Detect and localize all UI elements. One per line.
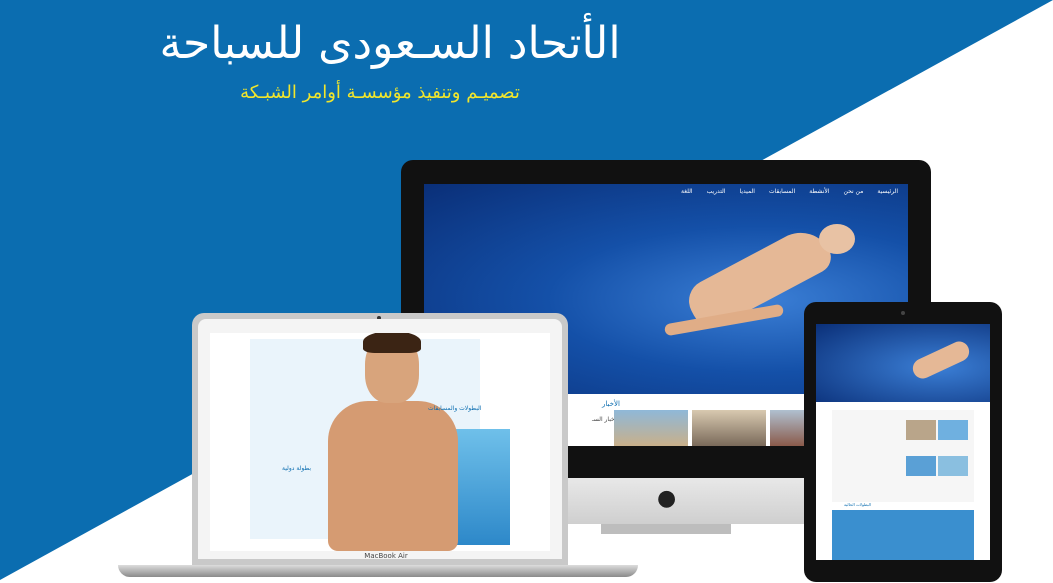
ipad-news-grid — [832, 410, 974, 502]
hero-title: الأتحاد السـعودى للسباحة — [159, 18, 621, 69]
macbook-lid: البطولات والمسابقات بطولة دولية MacBook … — [192, 313, 568, 565]
nav-item-language[interactable]: اللغة — [681, 188, 693, 195]
news-thumb[interactable] — [692, 410, 766, 446]
ipad-caption: البطولات الحالية — [844, 502, 871, 507]
ipad-hero-image — [816, 324, 990, 402]
camera-icon — [901, 311, 905, 315]
block-title: بطولة دولية — [282, 465, 312, 472]
nav-item-activities[interactable]: الأنشطة — [809, 188, 829, 195]
macbook-brand-label: MacBook Air — [364, 552, 408, 560]
pool-image — [450, 429, 510, 545]
macbook-mockup: البطولات والمسابقات بطولة دولية MacBook … — [118, 313, 638, 581]
site-nav: الرئيسية من نحن الأنشطة المسابقات الميدي… — [681, 188, 898, 195]
block-title: البطولات والمسابقات — [428, 405, 482, 412]
news-thumb[interactable] — [906, 420, 936, 440]
apple-logo-icon: ● — [657, 486, 677, 511]
macbook-screen: البطولات والمسابقات بطولة دولية — [210, 333, 550, 551]
nav-item-media[interactable]: الميديا — [740, 188, 755, 195]
nav-item-about[interactable]: من نحن — [844, 188, 864, 195]
ipad-featured-image[interactable] — [832, 510, 974, 560]
swimmer-portrait — [328, 401, 458, 551]
ipad-mockup: البطولات الحالية — [804, 302, 1002, 582]
news-thumb[interactable] — [938, 420, 968, 440]
hero-subtitle: تصميـم وتنفيذ مؤسسـة أوامر الشبـكة — [240, 82, 520, 103]
nav-item-competitions[interactable]: المسابقات — [769, 188, 795, 195]
swimmer-head — [819, 224, 855, 254]
nav-item-training[interactable]: التدريب — [707, 188, 726, 195]
swimmer-hair — [363, 333, 421, 353]
nav-item-home[interactable]: الرئيسية — [877, 188, 898, 195]
ipad-screen: البطولات الحالية — [816, 324, 990, 560]
macbook-base — [118, 565, 638, 577]
news-thumb[interactable] — [906, 456, 936, 476]
news-thumb[interactable] — [938, 456, 968, 476]
macbook-bezel: البطولات والمسابقات بطولة دولية MacBook … — [198, 319, 562, 560]
